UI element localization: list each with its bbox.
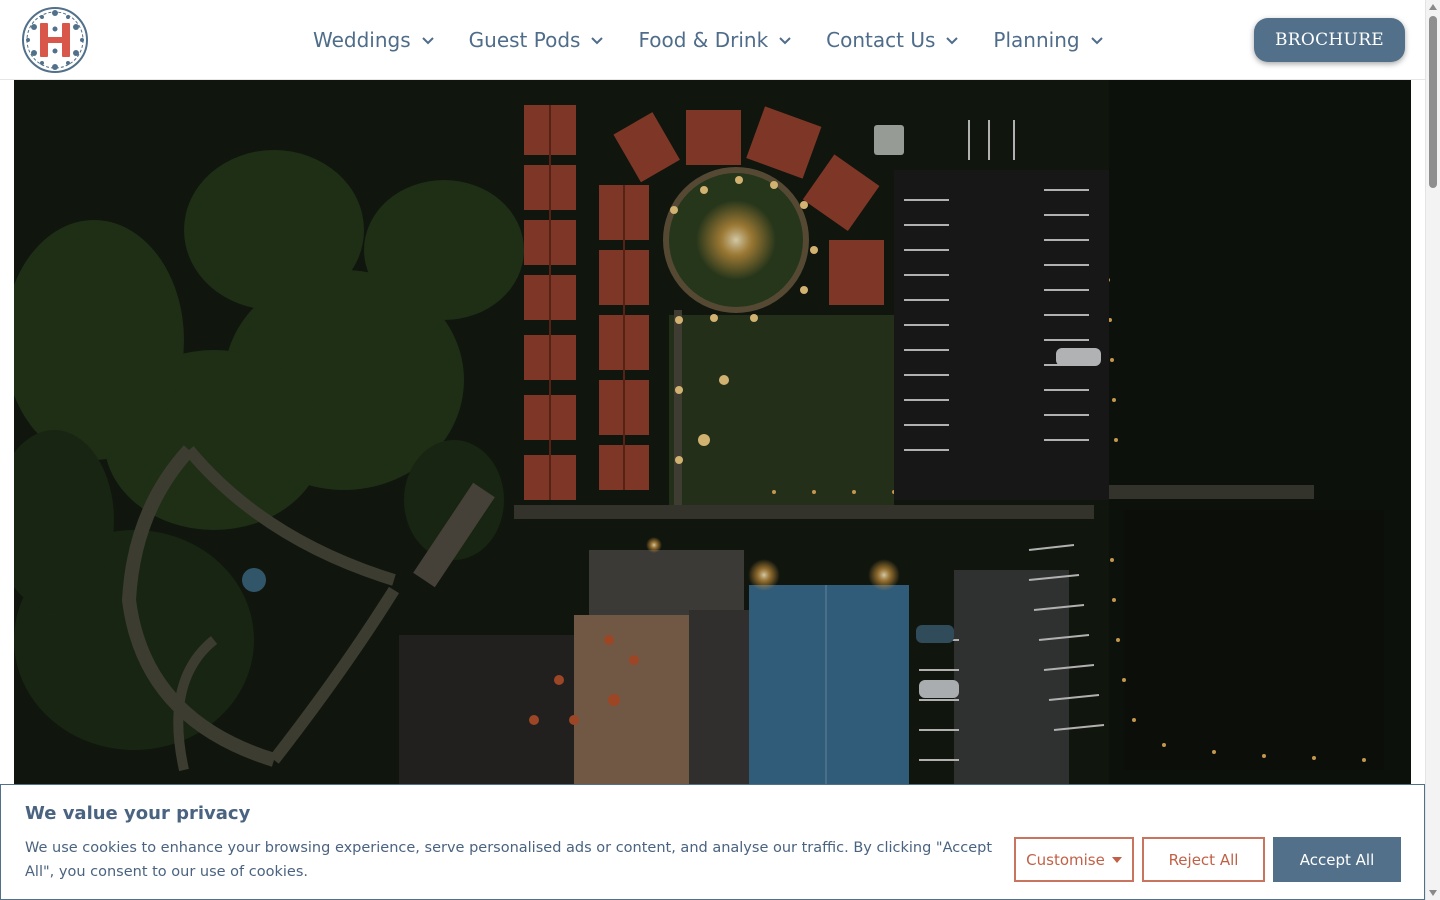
aerial-venue-photo (14, 80, 1411, 785)
chevron-down-icon (421, 37, 434, 45)
nav-contact-us-label: Contact Us (826, 28, 936, 52)
chevron-down-icon (779, 37, 791, 45)
cookie-banner-text: We use cookies to enhance your browsing … (25, 840, 993, 880)
chevron-down-icon (946, 37, 959, 45)
chevron-down-icon (591, 37, 604, 45)
customise-button[interactable]: Customise (1014, 837, 1134, 882)
page-scrollbar[interactable] (1425, 0, 1440, 900)
caret-down-icon (1111, 856, 1122, 863)
reject-all-button[interactable]: Reject All (1142, 837, 1265, 882)
scroll-up-icon[interactable] (1429, 4, 1437, 10)
cookie-banner-title: We value your privacy (25, 803, 251, 824)
nav-food-drink-label: Food & Drink (638, 28, 769, 52)
nav-weddings-label: Weddings (313, 28, 411, 52)
nav-weddings[interactable]: Weddings (313, 28, 435, 52)
nav-planning-label: Planning (993, 28, 1080, 52)
nav-contact-us[interactable]: Contact Us (826, 28, 959, 52)
nav-guest-pods-label: Guest Pods (468, 28, 581, 52)
scroll-down-icon[interactable] (1429, 890, 1437, 896)
scrollbar-thumb[interactable] (1429, 16, 1437, 188)
hero-aerial-image (14, 80, 1411, 785)
nav-food-drink[interactable]: Food & Drink (638, 28, 792, 52)
chevron-down-icon (1090, 37, 1103, 45)
customise-button-label: Customise (1026, 850, 1105, 869)
nav-guest-pods[interactable]: Guest Pods (469, 28, 605, 52)
nav-planning[interactable]: Planning (993, 28, 1103, 52)
brochure-button[interactable]: BROCHURE (1254, 18, 1405, 62)
main-nav: Weddings Guest Pods Food & Drink Contact… (313, 0, 1138, 80)
site-logo[interactable] (20, 5, 90, 75)
cookie-consent-banner: We value your privacy We use cookies to … (0, 784, 1425, 900)
logo-emblem-icon (22, 7, 88, 73)
site-header: Weddings Guest Pods Food & Drink Contact… (0, 0, 1425, 80)
accept-all-button[interactable]: Accept All (1273, 837, 1401, 882)
